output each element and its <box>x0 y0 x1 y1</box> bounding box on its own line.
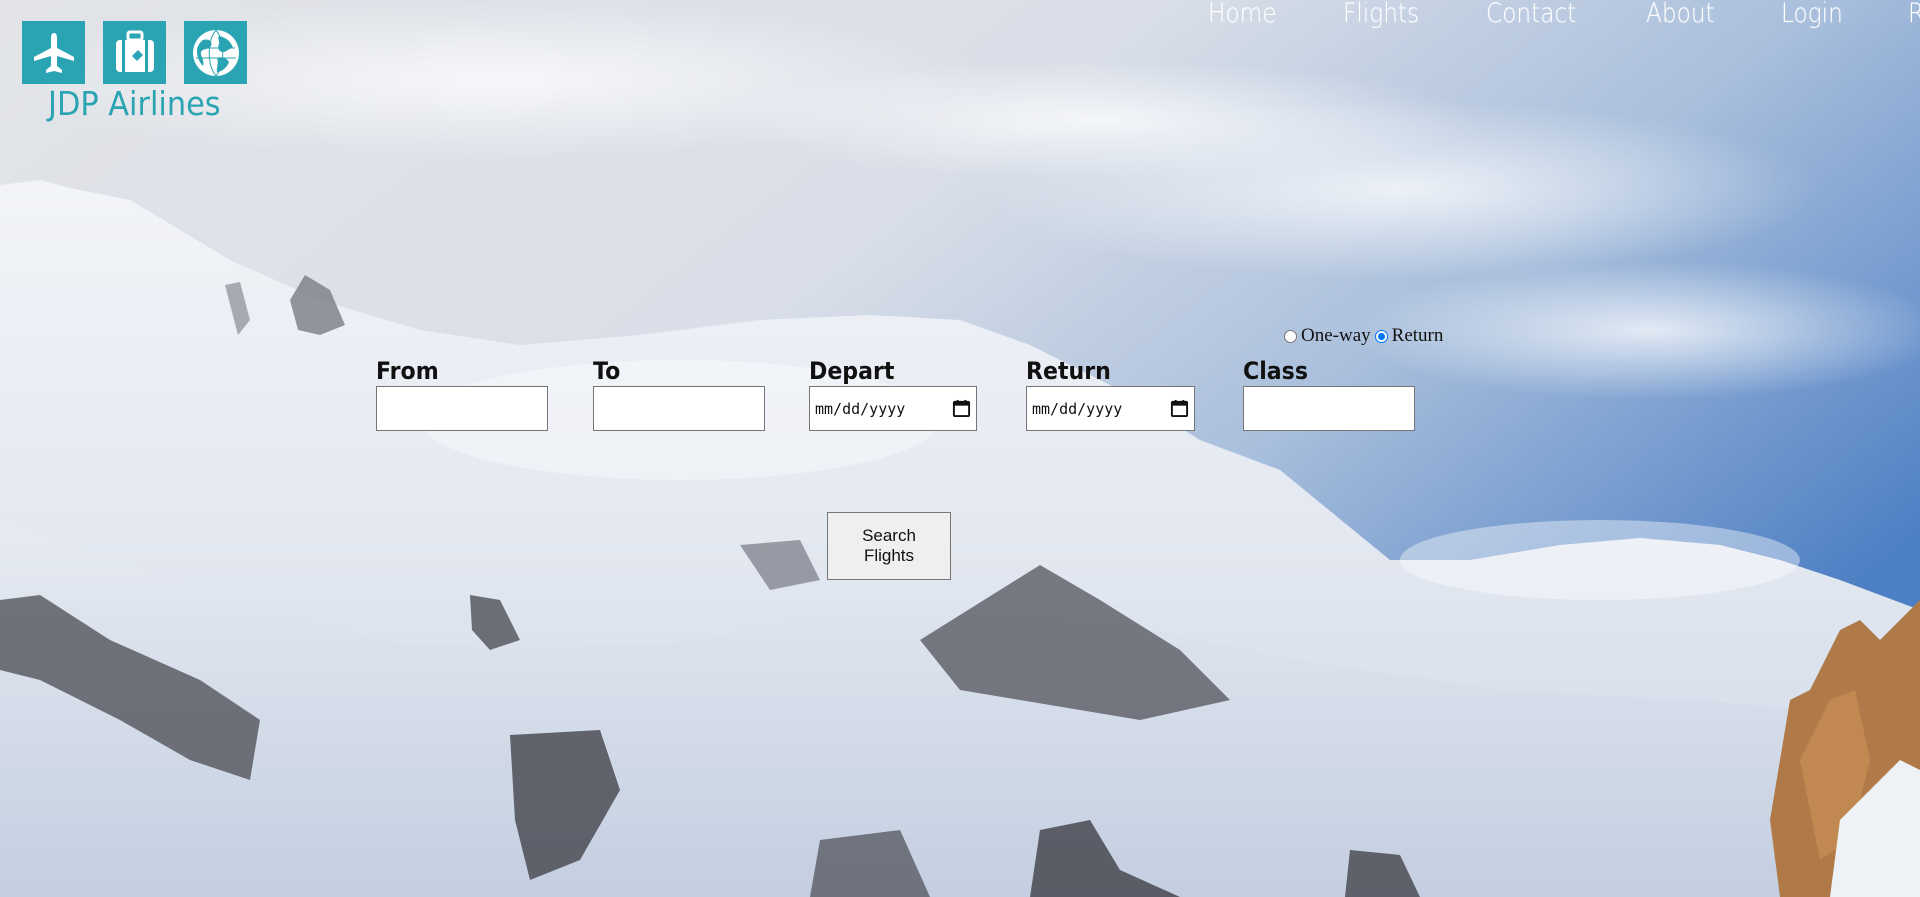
logo-icon-row <box>22 21 252 84</box>
nav-home[interactable]: Home <box>1208 0 1277 30</box>
depart-date-input[interactable]: mm/dd/yyyy <box>809 386 977 431</box>
main-nav: Home Flights Contact About Login Registe… <box>1208 0 1920 30</box>
nav-flights[interactable]: Flights <box>1343 0 1419 30</box>
return-date-label: Return <box>1026 357 1111 385</box>
nav-register[interactable]: Register <box>1908 0 1920 30</box>
background-mountain-image <box>0 0 1920 897</box>
brand-logo[interactable]: JDP Airlines <box>22 21 252 123</box>
nav-about[interactable]: About <box>1646 0 1715 30</box>
one-way-option[interactable]: One-way <box>1284 325 1371 347</box>
to-field-group: To <box>593 356 765 431</box>
calendar-icon[interactable] <box>952 399 971 418</box>
depart-date-text: mm/dd/yyyy <box>815 399 906 418</box>
class-input[interactable] <box>1243 386 1415 431</box>
globe-icon <box>184 21 247 84</box>
return-field-group: Return mm/dd/yyyy <box>1026 356 1195 431</box>
return-radio[interactable] <box>1374 329 1388 343</box>
nav-login[interactable]: Login <box>1781 0 1843 30</box>
from-label: From <box>376 357 439 385</box>
to-label: To <box>593 357 621 385</box>
class-label: Class <box>1243 357 1308 385</box>
from-input[interactable] <box>376 386 548 431</box>
one-way-radio[interactable] <box>1284 329 1297 343</box>
airplane-icon <box>22 21 85 84</box>
return-option[interactable]: Return <box>1374 325 1444 347</box>
one-way-label: One-way <box>1301 325 1371 346</box>
return-date-text: mm/dd/yyyy <box>1032 399 1123 418</box>
to-input[interactable] <box>593 386 765 431</box>
nav-contact[interactable]: Contact <box>1486 0 1576 30</box>
return-label: Return <box>1391 325 1444 346</box>
calendar-icon[interactable] <box>1170 399 1189 418</box>
search-flights-button[interactable]: Search Flights <box>827 512 951 580</box>
luggage-icon <box>103 21 166 84</box>
depart-label: Depart <box>809 357 895 385</box>
brand-name: JDP Airlines <box>48 84 221 123</box>
return-date-input[interactable]: mm/dd/yyyy <box>1026 386 1195 431</box>
trip-type-group: One-way Return <box>1284 325 1447 347</box>
from-field-group: From <box>376 356 548 431</box>
class-field-group: Class <box>1243 356 1415 431</box>
depart-field-group: Depart mm/dd/yyyy <box>809 356 977 431</box>
